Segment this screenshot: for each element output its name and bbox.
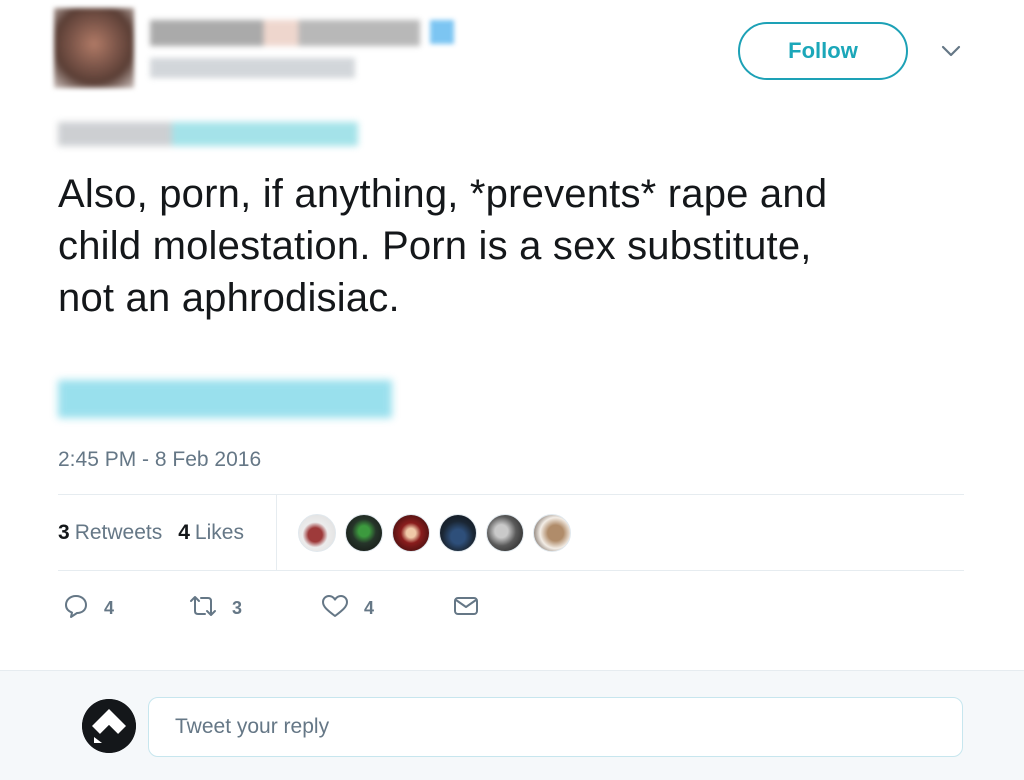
liker-avatar[interactable] [345,514,383,552]
retweet-count: 3 [232,597,243,618]
likes-stat[interactable]: 4 Likes [178,521,244,545]
reply-bar [0,670,1024,780]
like-action[interactable]: 4 [320,592,374,624]
author-avatar-blurred[interactable] [54,8,134,88]
verified-badge-blurred [430,20,454,44]
hashtag-link-blurred[interactable] [58,380,392,418]
retweet-icon [188,592,218,625]
divider [58,494,964,495]
user-logo-icon [82,699,136,753]
retweets-label: Retweets [74,521,163,544]
tweet-text: Also, porn, if anything, *prevents* rape… [58,172,828,320]
like-icon [320,592,350,625]
retweets-stat[interactable]: 3 Retweets [58,521,162,545]
retweet-action[interactable]: 3 [188,592,242,624]
liker-avatars [298,514,580,552]
engagement-stats: 3 Retweets 4 Likes [58,520,260,546]
author-name-blurred[interactable] [150,20,420,46]
reply-count: 4 [104,597,115,618]
caret-down-icon[interactable] [938,38,964,64]
likes-count: 4 [178,521,190,544]
vertical-divider [276,494,277,570]
retweets-count: 3 [58,521,70,544]
reply-action[interactable]: 4 [62,592,114,624]
current-user-avatar[interactable] [82,699,136,753]
likes-label: Likes [194,521,244,544]
tweet-reply-input[interactable] [148,697,963,757]
divider [58,570,964,571]
liker-avatar[interactable] [298,514,336,552]
liker-avatar[interactable] [439,514,477,552]
liker-avatar[interactable] [392,514,430,552]
replying-to-blurred[interactable] [58,122,358,146]
direct-message-action[interactable] [452,592,480,624]
follow-button[interactable]: Follow [738,22,908,80]
direct-message-icon [452,592,480,625]
author-handle-blurred[interactable] [150,58,355,78]
liker-avatar[interactable] [486,514,524,552]
liker-avatar[interactable] [533,514,571,552]
tweet-card: Follow Also, porn, if anything, *prevent… [0,0,1024,670]
tweet-timestamp[interactable]: 2:45 PM - 8 Feb 2016 [58,448,261,472]
reply-icon [62,592,90,625]
like-count: 4 [364,597,375,618]
